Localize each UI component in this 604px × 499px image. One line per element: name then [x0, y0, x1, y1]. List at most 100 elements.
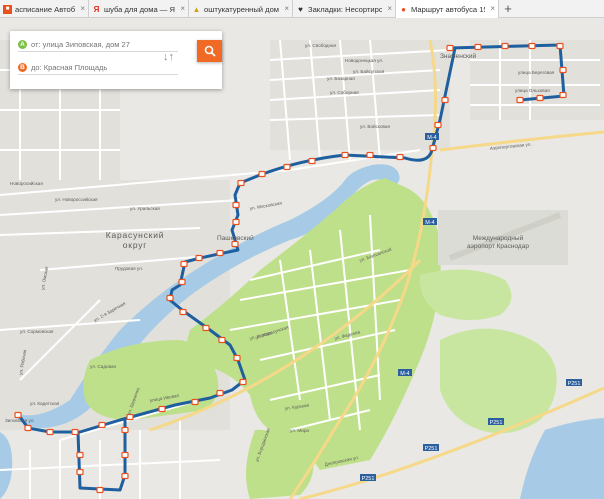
close-icon[interactable]: × [490, 4, 495, 13]
close-icon[interactable]: × [80, 4, 85, 13]
bus-stop-marker[interactable] [559, 91, 567, 99]
tab-label: Маршрут автобуса 150э - [411, 4, 485, 14]
svg-text:Р251: Р251 [362, 476, 375, 482]
svg-text:Р251: Р251 [425, 446, 438, 452]
bus-stop-marker[interactable] [559, 66, 567, 74]
bus-stop-marker[interactable] [283, 163, 291, 171]
tab-label: Закладки: Несортирован [308, 4, 382, 14]
street-label: ул. Садовая [90, 364, 117, 369]
bus-stop-marker[interactable] [237, 179, 245, 187]
bus-stop-marker[interactable] [195, 254, 203, 262]
street-label: Зиповская ул. [5, 418, 35, 423]
bus-stop-marker[interactable] [446, 44, 454, 52]
bus-stop-marker[interactable] [239, 378, 247, 386]
bus-stop-marker[interactable] [341, 151, 349, 159]
street-label: Прудовая ул. [115, 266, 143, 271]
bus-stop-marker[interactable] [76, 451, 84, 459]
bus-stop-marker[interactable] [158, 405, 166, 413]
bus-stop-marker[interactable] [231, 240, 239, 248]
bus-stop-marker[interactable] [166, 294, 174, 302]
svg-text:М-4: М-4 [425, 220, 434, 226]
search-icon [204, 45, 216, 57]
bus-stop-marker[interactable] [556, 42, 564, 50]
tab-yandex[interactable]: Я шуба для дома — Яндекс × [89, 0, 189, 18]
bus-stop-marker[interactable] [536, 94, 544, 102]
bus-stop-marker[interactable] [46, 428, 54, 436]
bus-schedule-icon: ■ [3, 4, 12, 14]
bus-stop-marker[interactable] [396, 153, 404, 161]
bus-stop-marker[interactable] [474, 43, 482, 51]
bus-stop-marker[interactable] [71, 428, 79, 436]
street-label: улица Ольховая [515, 88, 550, 93]
from-badge-icon: A [18, 40, 27, 49]
bus-stop-marker[interactable] [216, 389, 224, 397]
bus-stop-marker[interactable] [179, 308, 187, 316]
street-label: ул. Новороссийская [55, 196, 98, 202]
tab-bus-route[interactable]: ● Маршрут автобуса 150э - × [396, 0, 499, 18]
search-button[interactable] [197, 40, 222, 62]
to-badge-icon: B [18, 63, 27, 72]
road-shield: Р251 [360, 474, 376, 482]
road-shield: М-4 [423, 218, 437, 226]
road-shield: М-4 [398, 369, 412, 377]
heart-icon: ♥ [298, 4, 303, 14]
bus-stop-marker[interactable] [14, 411, 22, 419]
new-tab-button[interactable]: + [499, 0, 517, 17]
bus-stop-marker[interactable] [191, 398, 199, 406]
road-shield: Р251 [488, 418, 504, 426]
bus-stop-marker[interactable] [516, 96, 524, 104]
bus-stop-marker[interactable] [202, 324, 210, 332]
bus-stop-marker[interactable] [96, 486, 104, 494]
swap-direction-icon[interactable]: ↓↑ [163, 51, 174, 63]
street-label: ул. Свободная [305, 43, 337, 48]
street-label: ул. Кадетская [30, 401, 60, 406]
tab-bus-schedule[interactable]: ■ асписание Автобусов Кр × [0, 0, 89, 18]
bus-stop-marker[interactable] [216, 249, 224, 257]
street-label: ул. Соборная [330, 90, 359, 95]
street-label: улица Береговая [518, 70, 555, 75]
close-icon[interactable]: × [387, 4, 392, 13]
bus-stop-marker[interactable] [528, 42, 536, 50]
bus-stop-marker[interactable] [218, 336, 226, 344]
bus-stop-marker[interactable] [434, 121, 442, 129]
bus-stop-marker[interactable] [178, 278, 186, 286]
street-label: ул. Сормовская [20, 329, 54, 334]
close-icon[interactable]: × [284, 4, 289, 13]
from-input[interactable] [31, 40, 171, 49]
svg-text:М-4: М-4 [400, 371, 409, 377]
bus-stop-marker[interactable] [233, 354, 241, 362]
to-field[interactable]: B [18, 61, 178, 75]
bus-stop-marker[interactable] [441, 96, 449, 104]
from-field[interactable]: A [18, 38, 178, 52]
bus-stop-marker[interactable] [232, 201, 240, 209]
bus-stop-marker[interactable] [366, 151, 374, 159]
bus-stop-marker[interactable] [258, 170, 266, 178]
route-marker-icon: ● [401, 4, 406, 14]
to-input[interactable] [31, 63, 171, 72]
route-search-panel: A B ↓↑ [10, 31, 222, 89]
road-shield: Р251 [566, 379, 582, 387]
street-label: Новодонецкая ул. [345, 58, 383, 63]
bus-stop-marker[interactable] [501, 42, 509, 50]
bus-stop-marker[interactable] [232, 218, 240, 226]
bus-stop-marker[interactable] [24, 424, 32, 432]
tab-plaster-house[interactable]: ▲ оштукатуренный дом: 21 × [189, 0, 293, 18]
bus-stop-marker[interactable] [121, 472, 129, 480]
bus-stop-marker[interactable] [180, 260, 188, 268]
street-label: ул. Уральская [130, 206, 160, 211]
map-canvas[interactable]: М-4 М-4 М-4 Р251 Р251 Р251 Р251 Карасунс… [0, 18, 604, 499]
street-label: ул. Байсугская [353, 68, 385, 74]
map-view[interactable]: М-4 М-4 М-4 Р251 Р251 Р251 Р251 Карасунс… [0, 18, 604, 499]
district-label: Знаменский [440, 52, 477, 60]
bus-stop-marker[interactable] [98, 421, 106, 429]
close-icon[interactable]: × [180, 4, 185, 13]
tab-label: асписание Автобусов Кр [15, 4, 75, 14]
bus-stop-marker[interactable] [308, 157, 316, 165]
bus-stop-marker[interactable] [429, 144, 437, 152]
svg-text:М-4: М-4 [427, 135, 436, 141]
tab-label: шуба для дома — Яндекс [104, 4, 175, 14]
tab-bookmarks[interactable]: ♥ Закладки: Несортирован × [293, 0, 396, 18]
bus-stop-marker[interactable] [121, 426, 129, 434]
bus-stop-marker[interactable] [121, 451, 129, 459]
bus-stop-marker[interactable] [76, 468, 84, 476]
